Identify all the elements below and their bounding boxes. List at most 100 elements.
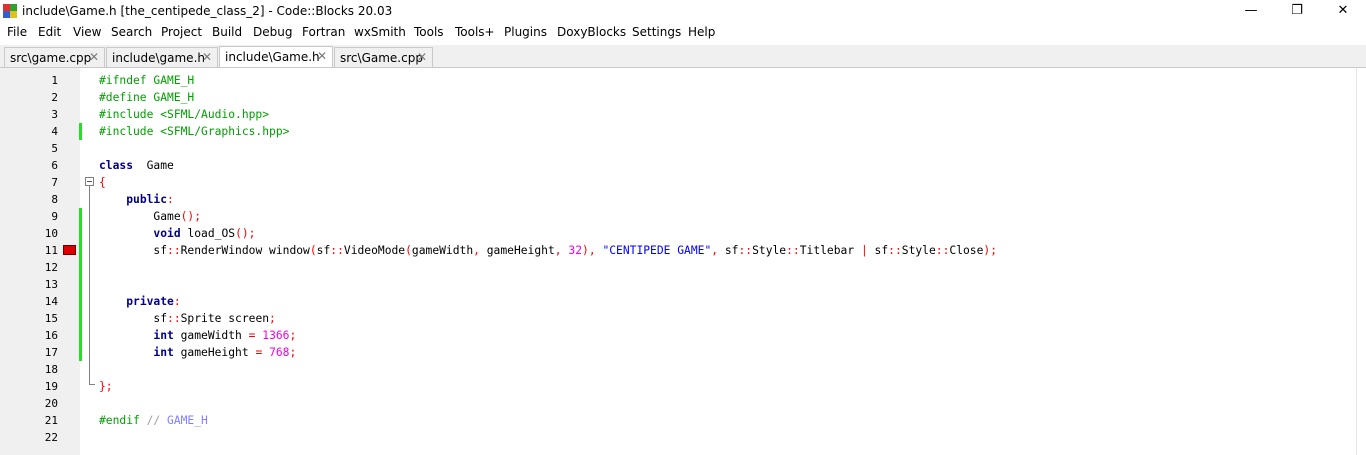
code-line[interactable]: 20 bbox=[0, 395, 1366, 412]
tab-src-game-cpp[interactable]: src\game.cpp ✕ bbox=[4, 47, 105, 67]
code-token: int bbox=[153, 329, 174, 342]
code-token: : bbox=[167, 193, 174, 206]
code-token: GAME_H bbox=[167, 414, 208, 427]
tab-include-Game-h[interactable]: include\Game.h ✕ bbox=[219, 46, 333, 67]
code-text[interactable]: int gameHeight = 768; bbox=[99, 344, 296, 361]
tab-include-game-h[interactable]: include\game.h ✕ bbox=[106, 47, 218, 67]
code-line[interactable]: 4 #include <SFML/Graphics.hpp> bbox=[0, 123, 1366, 140]
changebar-marker bbox=[79, 259, 82, 276]
code-line[interactable]: 8 public: bbox=[0, 191, 1366, 208]
code-line[interactable]: 13 bbox=[0, 276, 1366, 293]
window-title: include\Game.h [the_centipede_class_2] -… bbox=[22, 4, 393, 18]
code-text[interactable]: }; bbox=[99, 378, 113, 395]
code-text[interactable]: #include <SFML/Graphics.hpp> bbox=[99, 123, 289, 140]
code-line[interactable]: 16 int gameWidth = 1366; bbox=[0, 327, 1366, 344]
code-line[interactable]: 15 sf::Sprite screen; bbox=[0, 310, 1366, 327]
code-line[interactable]: 17 int gameHeight = 768; bbox=[0, 344, 1366, 361]
minimize-button[interactable]: — bbox=[1228, 0, 1274, 22]
breakpoint-marker-icon[interactable] bbox=[63, 245, 76, 255]
line-number: 3 bbox=[51, 108, 58, 121]
changebar-marker bbox=[79, 208, 82, 225]
menu-fortran[interactable]: Fortran bbox=[302, 25, 345, 39]
restore-icon: ❐ bbox=[1291, 3, 1303, 18]
menu-doxyblocks[interactable]: DoxyBlocks bbox=[557, 25, 626, 39]
line-number: 22 bbox=[44, 431, 58, 444]
close-window-button[interactable]: ✕ bbox=[1320, 0, 1366, 22]
menu-help[interactable]: Help bbox=[688, 25, 715, 39]
code-line[interactable]: 21 #endif // GAME_H bbox=[0, 412, 1366, 429]
code-token: :: bbox=[167, 312, 181, 325]
code-line[interactable]: 7{ bbox=[0, 174, 1366, 191]
close-tab-icon[interactable]: ✕ bbox=[89, 50, 99, 64]
menu-view[interactable]: View bbox=[73, 25, 101, 39]
code-line[interactable]: 3 #include <SFML/Audio.hpp> bbox=[0, 106, 1366, 123]
menu-build[interactable]: Build bbox=[212, 25, 242, 39]
code-text[interactable]: sf::Sprite screen; bbox=[99, 310, 275, 327]
code-line[interactable]: 14 private: bbox=[0, 293, 1366, 310]
code-line[interactable]: 5 bbox=[0, 140, 1366, 157]
code-line[interactable]: 9 Game(); bbox=[0, 208, 1366, 225]
menu-file[interactable]: File bbox=[7, 25, 27, 39]
code-text[interactable]: class Game bbox=[99, 157, 174, 174]
code-token: "CENTIPEDE GAME" bbox=[602, 244, 712, 257]
code-line[interactable]: 18 bbox=[0, 361, 1366, 378]
code-token: #define GAME_H bbox=[99, 91, 195, 104]
code-token: #ifndef GAME_H bbox=[99, 74, 195, 87]
code-line[interactable]: 19}; bbox=[0, 378, 1366, 395]
menu-wxsmith[interactable]: wxSmith bbox=[354, 25, 406, 39]
code-text[interactable]: private: bbox=[99, 293, 181, 310]
code-token: gameWidth bbox=[411, 244, 474, 257]
code-line[interactable]: 6 class Game bbox=[0, 157, 1366, 174]
code-editor[interactable]: 1 #ifndef GAME_H 2 #define GAME_H 3 #include … bbox=[0, 68, 1366, 455]
line-number: 16 bbox=[44, 329, 58, 342]
code-token: load_OS bbox=[180, 227, 236, 240]
code-text[interactable]: Game(); bbox=[99, 208, 201, 225]
code-text[interactable]: #include <SFML/Audio.hpp> bbox=[99, 106, 269, 123]
code-text[interactable]: void load_OS(); bbox=[99, 225, 255, 242]
close-tab-icon[interactable]: ✕ bbox=[417, 50, 427, 64]
code-text[interactable]: sf::RenderWindow window(sf::VideoMode(ga… bbox=[99, 242, 997, 259]
code-token: gameHeight bbox=[479, 244, 555, 257]
code-line[interactable]: 12 bbox=[0, 259, 1366, 276]
menu-project[interactable]: Project bbox=[161, 25, 202, 39]
menu-search[interactable]: Search bbox=[111, 25, 152, 39]
code-line[interactable]: 22 bbox=[0, 429, 1366, 446]
line-number: 10 bbox=[44, 227, 58, 240]
menu-edit[interactable]: Edit bbox=[38, 25, 61, 39]
code-line[interactable]: 2 #define GAME_H bbox=[0, 89, 1366, 106]
tab-label: include\Game.h bbox=[225, 50, 320, 64]
menu-plugins[interactable]: Plugins bbox=[504, 25, 547, 39]
code-token: Titlebar bbox=[799, 244, 861, 257]
code-token: void bbox=[153, 227, 181, 240]
close-tab-icon[interactable]: ✕ bbox=[317, 49, 327, 63]
tab-src-Game-cpp[interactable]: src\Game.cpp ✕ bbox=[334, 47, 433, 67]
code-line[interactable]: 10 void load_OS(); bbox=[0, 225, 1366, 242]
menu-settings[interactable]: Settings bbox=[632, 25, 681, 39]
changebar-marker bbox=[79, 344, 82, 361]
line-number: 20 bbox=[44, 397, 58, 410]
line-number: 18 bbox=[44, 363, 58, 376]
menu-tools-plus[interactable]: Tools+ bbox=[455, 25, 495, 39]
maximize-button[interactable]: ❐ bbox=[1274, 0, 1320, 22]
code-text[interactable]: #endif // GAME_H bbox=[99, 412, 208, 429]
code-token: Style bbox=[901, 244, 936, 257]
code-token: : bbox=[173, 295, 181, 308]
code-text[interactable]: #ifndef GAME_H bbox=[99, 72, 194, 89]
code-line[interactable]: 1 #ifndef GAME_H bbox=[0, 72, 1366, 89]
line-number: 7 bbox=[51, 176, 58, 189]
menu-tools[interactable]: Tools bbox=[414, 25, 444, 39]
line-number: 15 bbox=[44, 312, 58, 325]
close-tab-icon[interactable]: ✕ bbox=[202, 50, 212, 64]
menu-debug[interactable]: Debug bbox=[253, 25, 292, 39]
tab-label: src\game.cpp bbox=[10, 51, 92, 65]
code-text[interactable]: #define GAME_H bbox=[99, 89, 194, 106]
code-text[interactable]: int gameWidth = 1366; bbox=[99, 327, 296, 344]
minimize-icon: — bbox=[1244, 3, 1258, 18]
code-text[interactable]: public: bbox=[99, 191, 174, 208]
code-line[interactable]: 11 sf::RenderWindow window(sf::VideoMode… bbox=[0, 242, 1366, 259]
code-text[interactable]: { bbox=[99, 174, 106, 191]
